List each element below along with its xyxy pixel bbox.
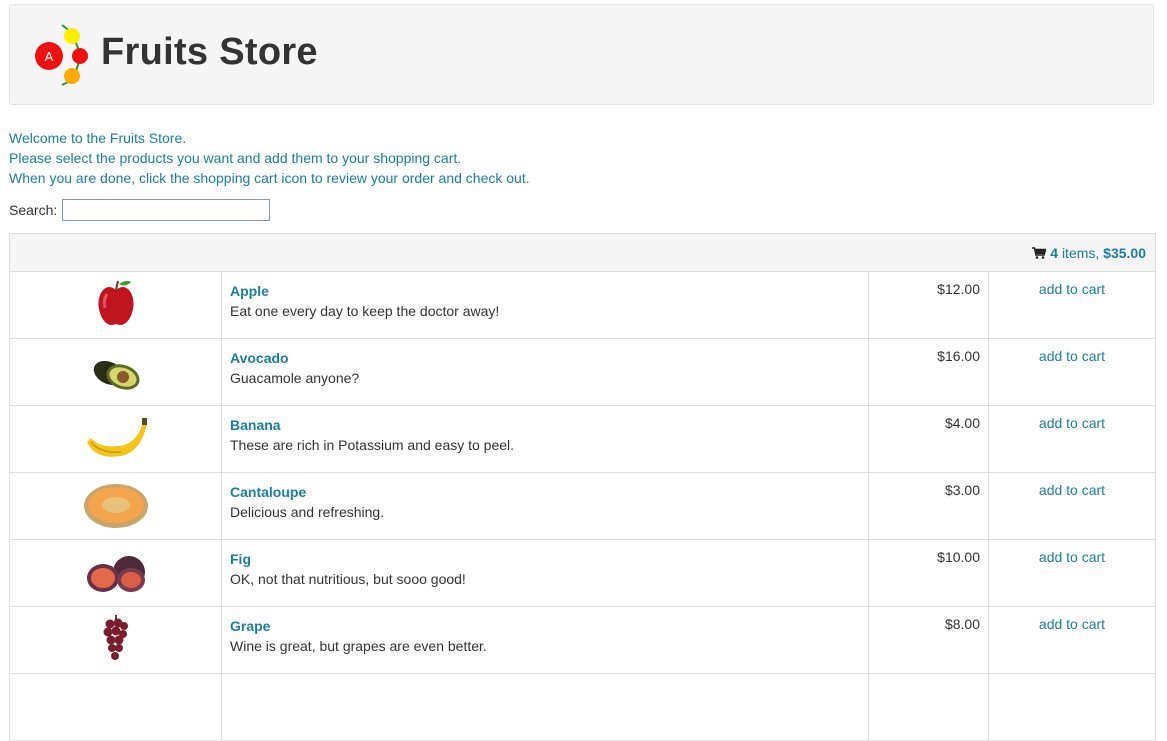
add-to-cart-link[interactable]: add to cart xyxy=(1039,348,1105,364)
product-action-cell: add to cart xyxy=(989,540,1155,606)
intro-line: When you are done, click the shopping ca… xyxy=(9,170,530,186)
product-name[interactable]: Grape xyxy=(230,616,860,636)
product-price: $8.00 xyxy=(869,607,989,673)
product-description: Guacamole anyone? xyxy=(230,370,360,386)
page-title: Fruits Store xyxy=(101,31,318,73)
banana-image xyxy=(86,418,147,457)
product-description: Wine is great, but grapes are even bette… xyxy=(230,638,487,654)
store-header: A Fruits Store xyxy=(9,4,1154,105)
product-info-cell: Fig OK, not that nutritious, but sooo go… xyxy=(222,540,869,606)
product-action-cell: add to cart xyxy=(989,607,1155,673)
product-name[interactable]: Fig xyxy=(230,549,860,569)
product-row: Grape Wine is great, but grapes are even… xyxy=(10,607,1155,674)
product-action-cell xyxy=(989,674,1155,740)
product-image-cell xyxy=(10,406,222,472)
product-info-cell xyxy=(222,674,869,740)
product-row xyxy=(10,674,1155,741)
product-name[interactable]: Avocado xyxy=(230,348,860,368)
intro-line: Please select the products you want and … xyxy=(9,150,462,166)
product-info-cell: Banana These are rich in Potassium and e… xyxy=(222,406,869,472)
product-price: $12.00 xyxy=(869,272,989,338)
intro-line: Welcome to the Fruits Store. xyxy=(9,130,187,146)
product-description: OK, not that nutritious, but sooo good! xyxy=(230,571,466,587)
avocado-image xyxy=(93,360,139,390)
product-image-cell xyxy=(10,540,222,606)
product-image-cell xyxy=(10,272,222,338)
product-info-cell: Apple Eat one every day to keep the doct… xyxy=(222,272,869,338)
product-description: Eat one every day to keep the doctor awa… xyxy=(230,303,500,319)
product-image-cell xyxy=(10,473,222,539)
product-price-cell xyxy=(869,674,989,740)
search-input[interactable] xyxy=(62,199,271,221)
product-action-cell: add to cart xyxy=(989,473,1155,539)
add-to-cart-link[interactable]: add to cart xyxy=(1039,482,1105,498)
product-info-cell: Avocado Guacamole anyone? xyxy=(222,339,869,405)
product-action-cell: add to cart xyxy=(989,272,1155,338)
product-price: $16.00 xyxy=(869,339,989,405)
search-row: Search: xyxy=(9,197,271,223)
cart-count[interactable]: 4 xyxy=(1050,245,1058,261)
product-price: $4.00 xyxy=(869,406,989,472)
grape-image xyxy=(103,615,128,660)
intro-text: Welcome to the Fruits Store. Please sele… xyxy=(9,128,530,188)
product-image-cell xyxy=(10,607,222,673)
svg-text:A: A xyxy=(45,49,54,64)
cart-items-label[interactable]: items, xyxy=(1062,245,1099,261)
product-row: Cantaloupe Delicious and refreshing. $3.… xyxy=(10,473,1155,540)
product-row: Avocado Guacamole anyone? $16.00 add to … xyxy=(10,339,1155,406)
fig-image xyxy=(86,556,145,592)
add-to-cart-link[interactable]: add to cart xyxy=(1039,281,1105,297)
add-to-cart-link[interactable]: add to cart xyxy=(1039,415,1105,431)
product-price: $10.00 xyxy=(869,540,989,606)
shopping-cart-icon[interactable] xyxy=(1032,246,1047,259)
product-image-cell xyxy=(10,339,222,405)
product-name[interactable]: Apple xyxy=(230,281,860,301)
add-to-cart-link[interactable]: add to cart xyxy=(1039,616,1105,632)
add-to-cart-link[interactable]: add to cart xyxy=(1039,549,1105,565)
cart-summary[interactable]: 4 items, $35.00 xyxy=(10,234,1155,272)
apple-image xyxy=(97,280,134,325)
product-action-cell: add to cart xyxy=(989,406,1155,472)
product-action-cell: add to cart xyxy=(989,339,1155,405)
product-image-cell xyxy=(10,674,222,740)
product-name[interactable]: Banana xyxy=(230,415,860,435)
product-name[interactable]: Cantaloupe xyxy=(230,482,860,502)
product-row: Banana These are rich in Potassium and e… xyxy=(10,406,1155,473)
search-label: Search: xyxy=(9,202,58,218)
cantaloupe-image xyxy=(83,484,148,528)
product-description: Delicious and refreshing. xyxy=(230,504,385,520)
product-price: $3.00 xyxy=(869,473,989,539)
product-info-cell: Grape Wine is great, but grapes are even… xyxy=(222,607,869,673)
product-info-cell: Cantaloupe Delicious and refreshing. xyxy=(222,473,869,539)
product-row: Fig OK, not that nutritious, but sooo go… xyxy=(10,540,1155,607)
product-description: These are rich in Potassium and easy to … xyxy=(230,437,515,453)
cart-total[interactable]: $35.00 xyxy=(1103,245,1146,261)
product-row: Apple Eat one every day to keep the doct… xyxy=(10,272,1155,339)
product-grid: 4 items, $35.00 Apple Eat one every day … xyxy=(9,233,1156,741)
store-logo-icon: A xyxy=(35,24,88,86)
